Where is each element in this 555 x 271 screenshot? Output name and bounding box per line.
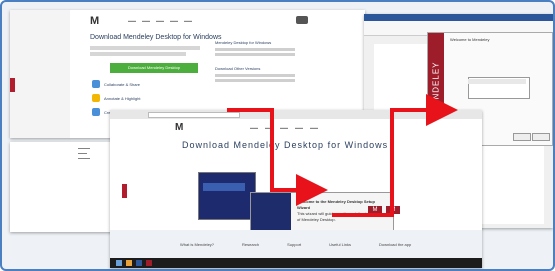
arrow-to-word-dialog: [332, 94, 458, 217]
figure-frame: M ▬▬ ▬▬ ▬▬ ▬▬ ▬▬ Download Mendeley Deskt…: [0, 0, 555, 271]
process-arrows: [227, 94, 458, 217]
arrow-to-installer: [227, 108, 328, 206]
